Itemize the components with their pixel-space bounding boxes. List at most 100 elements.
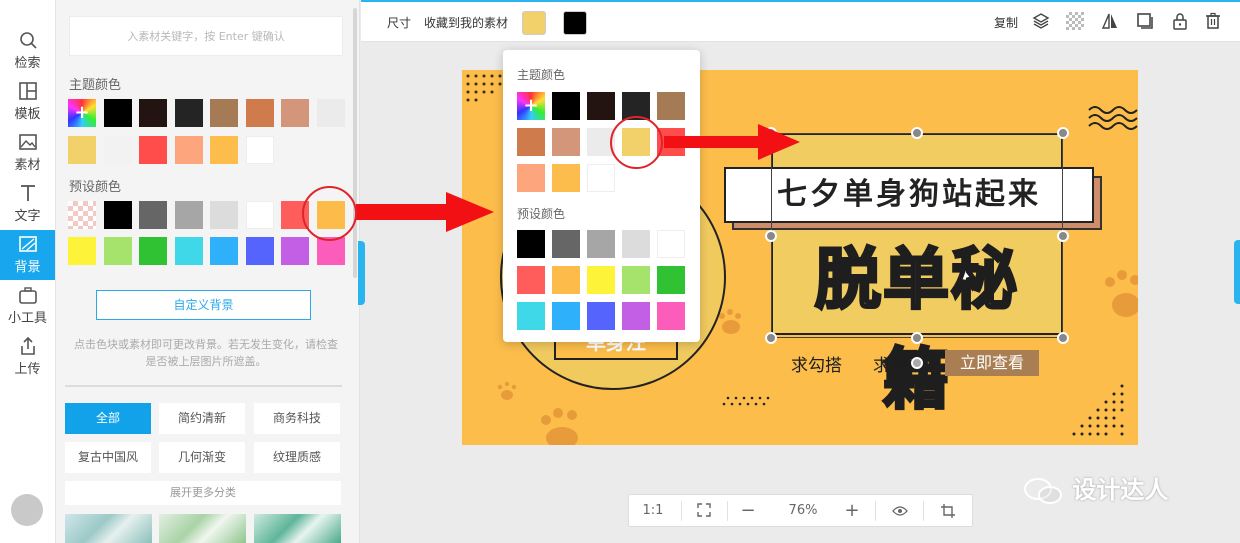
nav-item-text[interactable]: 文字 bbox=[0, 179, 55, 229]
zoom-level[interactable]: 76% bbox=[771, 495, 835, 526]
theme-color-swatch[interactable] bbox=[245, 136, 274, 164]
dropdown-preset-swatch[interactable] bbox=[587, 230, 615, 258]
resize-handle[interactable] bbox=[1057, 230, 1069, 242]
size-button[interactable]: 尺寸 bbox=[387, 14, 411, 31]
resize-handle[interactable] bbox=[765, 230, 777, 242]
custom-background-button[interactable]: 自定义背景 bbox=[96, 290, 311, 320]
theme-color-swatch[interactable] bbox=[210, 99, 238, 127]
preset-color-swatch[interactable] bbox=[210, 201, 238, 229]
search-input[interactable]: 入素材关键字，按 Enter 键确认 bbox=[69, 16, 343, 56]
resize-handle[interactable] bbox=[911, 332, 923, 344]
panel-scrollbar[interactable] bbox=[353, 8, 357, 278]
dropdown-theme-swatch[interactable] bbox=[517, 164, 545, 192]
preset-color-swatch[interactable] bbox=[103, 237, 132, 265]
dropdown-preset-swatch[interactable] bbox=[657, 266, 685, 294]
dropdown-theme-swatch[interactable] bbox=[587, 92, 615, 120]
category-all[interactable]: 全部 bbox=[65, 403, 151, 434]
dropdown-preset-swatch[interactable] bbox=[517, 230, 545, 258]
dropdown-theme-swatch[interactable] bbox=[517, 128, 545, 156]
dropdown-preset-swatch[interactable] bbox=[587, 302, 615, 330]
lock-icon[interactable] bbox=[1171, 12, 1189, 30]
preset-color-swatch[interactable] bbox=[174, 201, 203, 229]
preset-color-swatch[interactable] bbox=[68, 201, 96, 229]
theme-color-swatch[interactable] bbox=[68, 99, 96, 127]
theme-color-swatch[interactable] bbox=[245, 99, 274, 127]
category-retro[interactable]: 复古中国风 bbox=[65, 442, 151, 473]
background-thumbnail[interactable] bbox=[254, 514, 341, 543]
cta-button[interactable]: 立即查看 bbox=[945, 350, 1039, 376]
preset-color-swatch[interactable] bbox=[139, 237, 167, 265]
preset-color-swatch[interactable] bbox=[316, 237, 345, 265]
nav-item-tools[interactable]: 小工具 bbox=[0, 281, 55, 331]
panel-collapse-tab[interactable] bbox=[358, 241, 365, 305]
theme-color-swatch[interactable] bbox=[103, 136, 132, 164]
theme-color-swatch[interactable] bbox=[174, 99, 203, 127]
theme-color-swatch[interactable] bbox=[281, 99, 309, 127]
show-more-categories[interactable]: 展开更多分类 bbox=[65, 481, 341, 505]
theme-color-swatch[interactable] bbox=[68, 136, 96, 164]
dropdown-theme-swatch[interactable] bbox=[587, 164, 615, 192]
resize-handle[interactable] bbox=[1057, 127, 1069, 139]
dropdown-preset-swatch[interactable] bbox=[517, 266, 545, 294]
rotate-handle[interactable] bbox=[911, 357, 923, 369]
dropdown-preset-swatch[interactable] bbox=[552, 302, 580, 330]
theme-color-swatch[interactable] bbox=[103, 99, 132, 127]
dropdown-preset-swatch[interactable] bbox=[657, 230, 685, 258]
dropdown-theme-swatch[interactable] bbox=[552, 164, 580, 192]
resize-handle[interactable] bbox=[765, 127, 777, 139]
zoom-out-button[interactable]: − bbox=[733, 495, 763, 526]
dropdown-theme-swatch[interactable] bbox=[657, 92, 685, 120]
stroke-color-swatch[interactable] bbox=[563, 11, 587, 35]
preset-color-swatch[interactable] bbox=[139, 201, 167, 229]
dropdown-theme-swatch[interactable] bbox=[517, 92, 545, 120]
preset-color-swatch[interactable] bbox=[68, 237, 96, 265]
fit-screen-icon[interactable] bbox=[689, 495, 719, 526]
zoom-in-button[interactable]: + bbox=[837, 495, 867, 526]
dropdown-preset-swatch[interactable] bbox=[657, 302, 685, 330]
resize-handle[interactable] bbox=[1057, 332, 1069, 344]
fill-color-swatch[interactable] bbox=[522, 11, 546, 35]
right-panel-tab[interactable] bbox=[1234, 240, 1240, 304]
category-geometric[interactable]: 几何渐变 bbox=[159, 442, 245, 473]
dropdown-preset-swatch[interactable] bbox=[622, 302, 650, 330]
dropdown-theme-swatch[interactable] bbox=[552, 128, 580, 156]
dropdown-preset-swatch[interactable] bbox=[552, 266, 580, 294]
preset-color-swatch[interactable] bbox=[245, 237, 274, 265]
theme-color-swatch[interactable] bbox=[210, 136, 238, 164]
preset-color-swatch[interactable] bbox=[281, 237, 309, 265]
copy-button[interactable]: 复制 bbox=[994, 14, 1018, 31]
nav-item-background[interactable]: 背景 bbox=[0, 230, 55, 280]
dropdown-preset-swatch[interactable] bbox=[552, 230, 580, 258]
category-business[interactable]: 商务科技 bbox=[254, 403, 340, 434]
collect-button[interactable]: 收藏到我的素材 bbox=[424, 14, 508, 31]
shadow-icon[interactable] bbox=[1136, 12, 1154, 30]
actual-size-button[interactable]: 1:1 bbox=[633, 495, 673, 526]
flip-icon[interactable] bbox=[1101, 12, 1119, 30]
background-thumbnail[interactable] bbox=[159, 514, 246, 543]
preset-color-swatch[interactable] bbox=[174, 237, 203, 265]
trash-icon[interactable] bbox=[1204, 12, 1222, 30]
transparency-icon[interactable] bbox=[1066, 12, 1084, 30]
resize-handle[interactable] bbox=[911, 127, 923, 139]
theme-color-swatch[interactable] bbox=[174, 136, 203, 164]
dropdown-preset-swatch[interactable] bbox=[622, 266, 650, 294]
resize-handle[interactable] bbox=[765, 332, 777, 344]
crop-icon[interactable] bbox=[933, 495, 963, 526]
background-thumbnail[interactable] bbox=[65, 514, 152, 543]
nav-item-upload[interactable]: 上传 bbox=[0, 332, 55, 382]
preview-eye-icon[interactable] bbox=[885, 495, 915, 526]
layers-icon[interactable] bbox=[1032, 12, 1050, 30]
nav-item-search[interactable]: 检索 bbox=[0, 26, 55, 76]
preset-color-swatch[interactable] bbox=[245, 201, 274, 229]
category-simple[interactable]: 简约清新 bbox=[159, 403, 245, 434]
dropdown-theme-swatch[interactable] bbox=[552, 92, 580, 120]
theme-color-swatch[interactable] bbox=[139, 99, 167, 127]
category-texture[interactable]: 纹理质感 bbox=[254, 442, 340, 473]
dropdown-preset-swatch[interactable] bbox=[622, 230, 650, 258]
theme-color-swatch[interactable] bbox=[316, 99, 345, 127]
nav-item-template[interactable]: 模板 bbox=[0, 77, 55, 127]
subtitle-left[interactable]: 求勾搭 bbox=[791, 351, 842, 376]
theme-color-swatch[interactable] bbox=[139, 136, 167, 164]
dropdown-preset-swatch[interactable] bbox=[517, 302, 545, 330]
preset-color-swatch[interactable] bbox=[103, 201, 132, 229]
